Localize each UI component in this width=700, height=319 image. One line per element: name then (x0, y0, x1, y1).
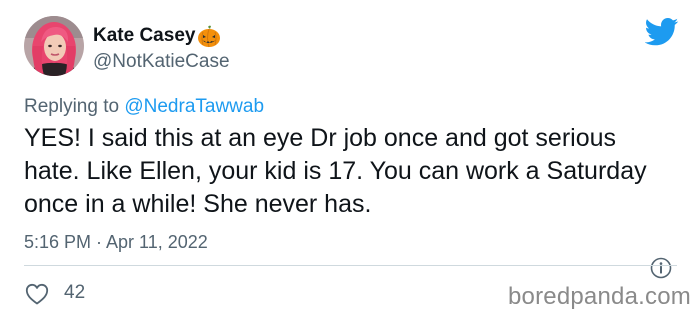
user-handle[interactable]: @NotKatieCase (93, 50, 230, 74)
watermark: boredpanda.com (508, 283, 691, 310)
display-name-text: Kate Casey (93, 25, 196, 46)
avatar[interactable] (24, 16, 84, 76)
replying-to-prefix: Replying to (24, 96, 120, 117)
reply-mention-link[interactable]: @NedraTawwab (124, 96, 264, 117)
jack-o-lantern-icon (197, 24, 221, 48)
tweet-text: YES! I said this at an eye Dr job once a… (24, 124, 647, 218)
display-name[interactable]: Kate Casey (93, 24, 221, 48)
divider (24, 265, 677, 266)
twitter-bird-icon[interactable] (644, 18, 679, 46)
heart-outline-icon[interactable] (25, 283, 49, 305)
info-circle-icon[interactable] (650, 257, 672, 279)
tweet-card: Kate Casey @NotKatieCase Replying to @Ne… (0, 0, 700, 319)
replying-to-line: Replying to @NedraTawwab (24, 95, 264, 119)
tweet-timestamp[interactable]: 5:16 PM · Apr 11, 2022 (24, 231, 208, 253)
profile-photo (24, 16, 84, 76)
like-count: 42 (64, 282, 86, 303)
